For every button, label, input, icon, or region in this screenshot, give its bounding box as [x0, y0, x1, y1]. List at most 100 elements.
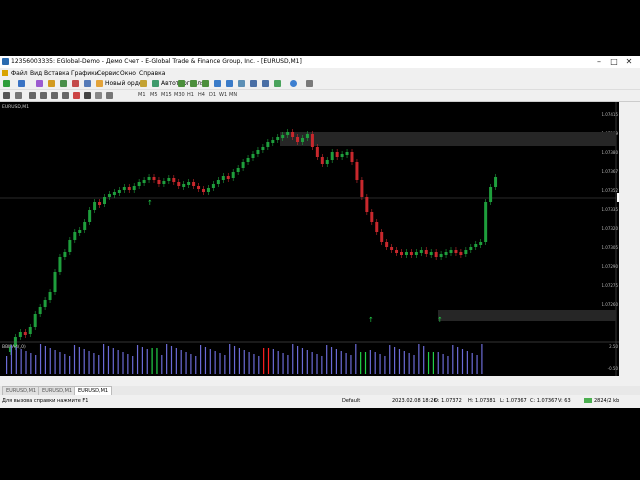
- indicator-bar: [195, 356, 197, 374]
- candle-body: [152, 177, 156, 180]
- maximize-button[interactable]: □: [607, 57, 621, 67]
- horizontal-line-icon[interactable]: [40, 92, 47, 99]
- cursor-icon[interactable]: [3, 92, 10, 99]
- indicator-bar: [200, 345, 202, 374]
- timeframe-m1[interactable]: M1: [138, 92, 146, 98]
- zoom-out-icon[interactable]: [226, 80, 233, 87]
- candle-body: [172, 178, 176, 182]
- candle-body: [33, 314, 37, 327]
- autoscroll-icon[interactable]: [250, 80, 257, 87]
- indicator-bar: [39, 344, 42, 374]
- indicator-bar: [297, 346, 299, 374]
- menu-file[interactable]: Файл: [11, 70, 28, 77]
- price-tick-label: 1.07415: [601, 112, 618, 117]
- tester-icon[interactable]: [84, 80, 91, 87]
- indicator-bar: [306, 350, 308, 374]
- indicator-bar: [394, 347, 396, 374]
- candle-body: [18, 332, 22, 337]
- status-close: C: 1.07367: [530, 398, 558, 404]
- indicator-bar: [423, 346, 425, 374]
- navigator-icon[interactable]: [60, 80, 67, 87]
- candlestick-icon[interactable]: [190, 80, 197, 87]
- candle-body: [226, 176, 230, 179]
- timeframe-m5[interactable]: M5: [150, 92, 158, 98]
- menu-help[interactable]: Справка: [139, 70, 165, 77]
- timeframe-mn[interactable]: MN: [229, 92, 237, 98]
- candle-body: [261, 147, 265, 150]
- data-window-icon[interactable]: [48, 80, 55, 87]
- timeframe-w1[interactable]: W1: [219, 92, 227, 98]
- menu-view[interactable]: Вид: [30, 70, 42, 77]
- candle-body: [266, 142, 270, 147]
- indicator-bar: [301, 348, 304, 374]
- tab-eurusd-1[interactable]: EURUSD,M1: [2, 386, 41, 395]
- chart-shift-icon[interactable]: [262, 80, 269, 87]
- status-high: H: 1.07381: [468, 398, 496, 404]
- indicator-bar: [190, 354, 192, 374]
- tab-eurusd-2[interactable]: EURUSD,M1: [38, 386, 77, 395]
- market-watch-icon[interactable]: [36, 80, 43, 87]
- candle-body: [107, 194, 111, 197]
- indicator-bar: [88, 351, 90, 374]
- timeframe-m15[interactable]: M15: [161, 92, 172, 98]
- menu-insert[interactable]: Вставка: [44, 70, 69, 77]
- timeframe-h1[interactable]: H1: [187, 92, 194, 98]
- candle-body: [414, 252, 418, 255]
- menu-tools[interactable]: Сервис: [97, 70, 119, 77]
- channel-icon[interactable]: [62, 92, 69, 99]
- status-volume: V: 63: [558, 398, 571, 404]
- fibo-icon[interactable]: [73, 92, 80, 99]
- indicator-bar: [403, 351, 405, 374]
- shapes-icon[interactable]: [106, 92, 113, 99]
- new-order-icon[interactable]: [96, 80, 103, 87]
- autotrading-icon[interactable]: [152, 80, 159, 87]
- price-tick-label: 1.07290: [601, 264, 618, 269]
- doc-icon[interactable]: [2, 70, 8, 76]
- indicator-bar: [83, 349, 85, 374]
- minimize-button[interactable]: –: [592, 57, 606, 67]
- candle-body: [216, 180, 220, 184]
- status-help: Для вызова справки нажмите F1: [2, 398, 89, 404]
- candle-body: [365, 197, 369, 212]
- indicator-bar: [471, 353, 473, 374]
- chart-area[interactable]: 1.074151.073991.073801.073671.073521.073…: [0, 102, 619, 376]
- timeframe-h4[interactable]: H4: [198, 92, 205, 98]
- terminal-icon[interactable]: [72, 80, 79, 87]
- crosshair-icon[interactable]: [15, 92, 22, 99]
- indicators-icon[interactable]: [274, 80, 281, 87]
- indicator-bar: [69, 356, 71, 374]
- indicator-bar: [326, 345, 328, 374]
- line-chart-icon[interactable]: [202, 80, 209, 87]
- close-button[interactable]: ✕: [622, 57, 636, 67]
- trendline-icon[interactable]: [51, 92, 58, 99]
- text-icon[interactable]: [84, 92, 91, 99]
- zoom-in-icon[interactable]: [214, 80, 221, 87]
- bar-chart-icon[interactable]: [178, 80, 185, 87]
- indicator-bar: [427, 352, 430, 374]
- tile-windows-icon[interactable]: [238, 80, 245, 87]
- profiles-icon[interactable]: [18, 80, 25, 87]
- candle-body: [305, 134, 309, 138]
- indicator-bar: [146, 349, 148, 374]
- menu-charts[interactable]: Графики: [71, 70, 99, 77]
- indicator-bar: [35, 355, 37, 374]
- periods-icon[interactable]: [290, 80, 297, 87]
- metaeditor-icon[interactable]: [140, 80, 147, 87]
- candle-body: [182, 184, 186, 187]
- indicator-bar: [398, 349, 401, 374]
- price-tick-label: 1.07320: [601, 226, 618, 231]
- price-chart[interactable]: 1.074151.073991.073801.073671.073521.073…: [0, 102, 619, 376]
- timeframe-m30[interactable]: M30: [174, 92, 185, 98]
- demand-zone: [438, 310, 616, 321]
- vertical-line-icon[interactable]: [29, 92, 36, 99]
- templates-icon[interactable]: [306, 80, 313, 87]
- indicator-tick-label: -0.50: [608, 366, 619, 371]
- candle-body: [38, 307, 42, 314]
- arrows-icon[interactable]: [95, 92, 102, 99]
- tab-eurusd-active[interactable]: EURUSD,M1: [74, 386, 113, 395]
- indicator-bar: [204, 347, 207, 374]
- menu-window[interactable]: Окно: [120, 70, 136, 77]
- candle-body: [424, 250, 428, 254]
- timeframe-d1[interactable]: D1: [209, 92, 216, 98]
- new-chart-icon[interactable]: [3, 80, 10, 87]
